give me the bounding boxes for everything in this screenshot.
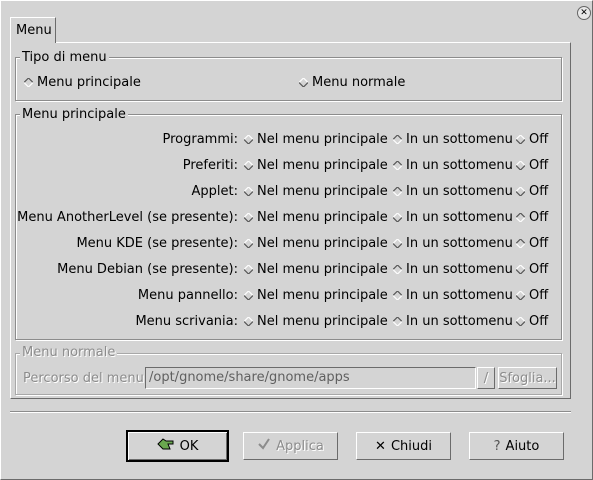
radio-sub[interactable]: In un sottomenu <box>393 158 513 173</box>
radio-main[interactable]: Nel menu principale <box>244 314 388 329</box>
radio-sub[interactable]: In un sottomenu <box>393 210 513 225</box>
radio-sub[interactable]: In un sottomenu <box>393 314 513 329</box>
radio-sub[interactable]: In un sottomenu <box>393 236 513 251</box>
radio-label: Nel menu principale <box>257 184 388 199</box>
radio-label: Nel menu principale <box>257 288 388 303</box>
radio-label: Nel menu principale <box>257 158 388 173</box>
radio-label: In un sottomenu <box>406 158 513 173</box>
close-button[interactable]: ✕ Chiudi <box>356 432 451 460</box>
radio-label: In un sottomenu <box>406 236 513 251</box>
main-menu-legend: Menu principale <box>20 107 128 122</box>
radio-label: Off <box>529 262 549 277</box>
radio-off[interactable]: Off <box>516 210 548 225</box>
radio-main[interactable]: Nel menu principale <box>244 210 388 225</box>
radio-off[interactable]: Off <box>516 132 548 147</box>
menu-path-label: Percorso del menu <box>23 371 144 386</box>
radio-label: In un sottomenu <box>406 314 513 329</box>
radio-off[interactable]: Off <box>516 288 548 303</box>
radio-label: Off <box>529 288 549 303</box>
close-window-icon[interactable]: ✕ <box>577 6 591 20</box>
radio-label: Nel menu principale <box>257 132 388 147</box>
radio-main[interactable]: Nel menu principale <box>244 262 388 277</box>
radio-label: Off <box>529 158 549 173</box>
row-label: Menu AnotherLevel (se presente): <box>17 210 238 225</box>
radio-off[interactable]: Off <box>516 184 548 199</box>
normal-menu-legend: Menu normale <box>20 345 118 360</box>
separator <box>10 411 571 413</box>
tab-menu[interactable]: Menu <box>10 17 56 43</box>
radio-label: Off <box>529 236 549 251</box>
path-slash-button[interactable]: / <box>477 367 495 389</box>
ok-hand-icon <box>156 437 175 455</box>
browse-button[interactable]: Sfoglia... <box>498 367 557 389</box>
radio-menu-principale[interactable]: Menu principale <box>24 75 141 90</box>
radio-label: Nel menu principale <box>257 236 388 251</box>
question-mark-icon: ? <box>493 438 501 454</box>
radio-label: Nel menu principale <box>257 262 388 277</box>
menu-path-input[interactable]: /opt/gnome/share/gnome/apps <box>145 367 476 389</box>
radio-label: In un sottomenu <box>406 288 513 303</box>
radio-main[interactable]: Nel menu principale <box>244 236 388 251</box>
radio-label: Menu principale <box>37 75 141 90</box>
radio-sub[interactable]: In un sottomenu <box>393 132 513 147</box>
row-label: Menu Debian (se presente): <box>57 262 238 277</box>
menu-type-legend: Tipo di menu <box>20 50 109 65</box>
row-label: Applet: <box>191 184 238 199</box>
radio-label: Off <box>529 314 549 329</box>
radio-label: Off <box>529 184 549 199</box>
row-label: Programmi: <box>162 132 238 147</box>
radio-label: Nel menu principale <box>257 210 388 225</box>
apply-button[interactable]: Applica <box>243 432 338 460</box>
radio-main[interactable]: Nel menu principale <box>244 132 388 147</box>
radio-off[interactable]: Off <box>516 314 548 329</box>
radio-off[interactable]: Off <box>516 262 548 277</box>
radio-main[interactable]: Nel menu principale <box>244 158 388 173</box>
radio-label: Off <box>529 132 549 147</box>
main-menu-group <box>15 114 562 340</box>
help-button[interactable]: ? Aiuto <box>469 432 564 460</box>
checkmark-icon <box>257 437 271 455</box>
radio-off[interactable]: Off <box>516 158 548 173</box>
radio-sub[interactable]: In un sottomenu <box>393 184 513 199</box>
row-label: Preferiti: <box>182 158 238 173</box>
radio-label: In un sottomenu <box>406 184 513 199</box>
radio-label: In un sottomenu <box>406 132 513 147</box>
ok-button[interactable]: OK <box>126 430 229 462</box>
radio-main[interactable]: Nel menu principale <box>244 184 388 199</box>
radio-off[interactable]: Off <box>516 236 548 251</box>
radio-label: Menu normale <box>312 75 406 90</box>
radio-label: Nel menu principale <box>257 314 388 329</box>
row-label: Menu pannello: <box>137 288 238 303</box>
radio-label: Off <box>529 210 549 225</box>
radio-sub[interactable]: In un sottomenu <box>393 288 513 303</box>
radio-label: In un sottomenu <box>406 262 513 277</box>
radio-menu-normale[interactable]: Menu normale <box>299 75 405 90</box>
radio-main[interactable]: Nel menu principale <box>244 288 388 303</box>
radio-sub[interactable]: In un sottomenu <box>393 262 513 277</box>
row-label: Menu scrivania: <box>135 314 238 329</box>
row-label: Menu KDE (se presente): <box>76 236 238 251</box>
x-icon: ✕ <box>375 438 386 454</box>
radio-label: In un sottomenu <box>406 210 513 225</box>
